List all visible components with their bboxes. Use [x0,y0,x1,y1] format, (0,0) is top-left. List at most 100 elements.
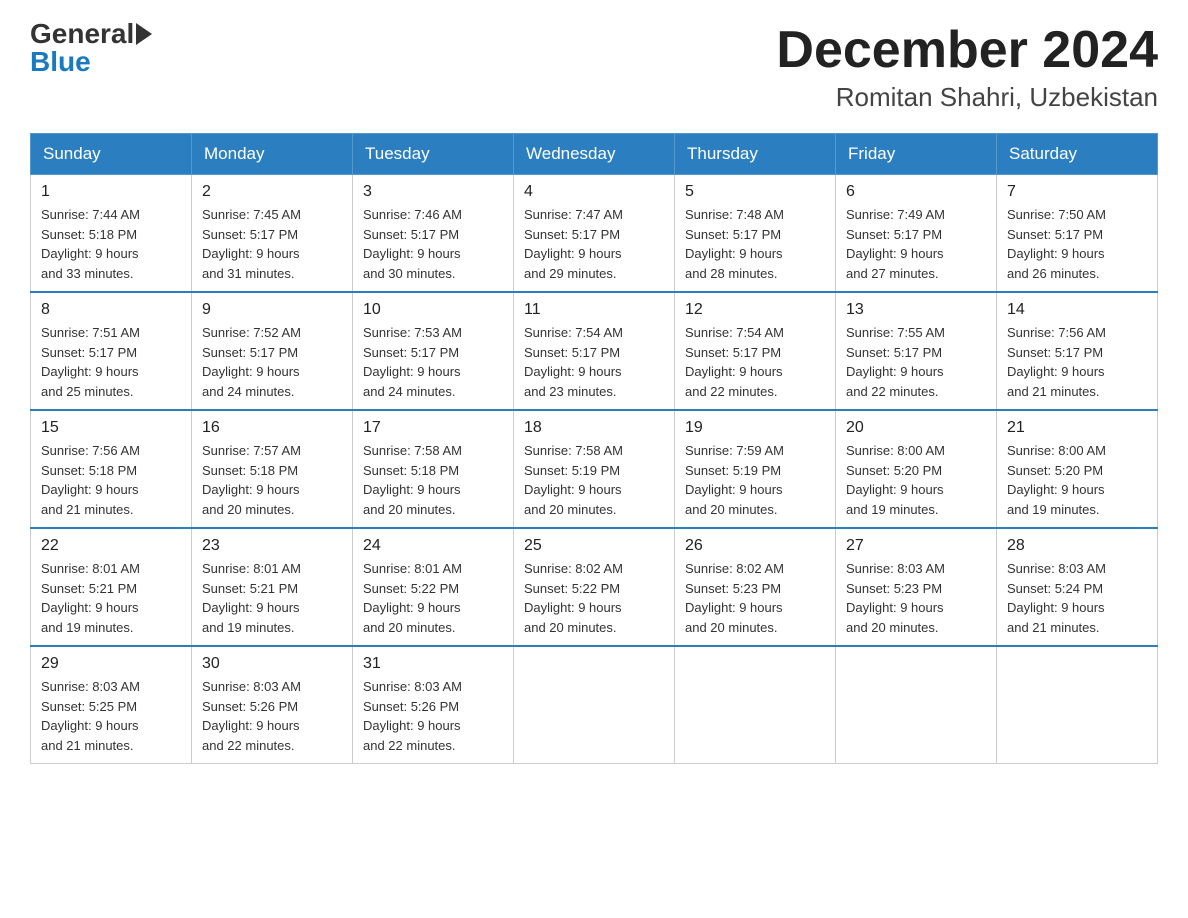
day-number: 20 [846,419,986,437]
day-number: 8 [41,301,181,319]
day-info: Sunrise: 7:52 AM Sunset: 5:17 PM Dayligh… [202,323,342,401]
day-info: Sunrise: 8:00 AM Sunset: 5:20 PM Dayligh… [846,441,986,519]
table-row: 4 Sunrise: 7:47 AM Sunset: 5:17 PM Dayli… [514,175,675,293]
day-info: Sunrise: 8:01 AM Sunset: 5:21 PM Dayligh… [202,559,342,637]
day-info: Sunrise: 7:45 AM Sunset: 5:17 PM Dayligh… [202,205,342,283]
day-info: Sunrise: 8:01 AM Sunset: 5:22 PM Dayligh… [363,559,503,637]
header-sunday: Sunday [31,134,192,175]
month-title: December 2024 [776,20,1158,80]
day-info: Sunrise: 7:56 AM Sunset: 5:17 PM Dayligh… [1007,323,1147,401]
table-row: 20 Sunrise: 8:00 AM Sunset: 5:20 PM Dayl… [836,410,997,528]
table-row: 14 Sunrise: 7:56 AM Sunset: 5:17 PM Dayl… [997,292,1158,410]
table-row: 19 Sunrise: 7:59 AM Sunset: 5:19 PM Dayl… [675,410,836,528]
day-info: Sunrise: 8:02 AM Sunset: 5:22 PM Dayligh… [524,559,664,637]
day-number: 22 [41,537,181,555]
table-row: 10 Sunrise: 7:53 AM Sunset: 5:17 PM Dayl… [353,292,514,410]
header-thursday: Thursday [675,134,836,175]
table-row: 18 Sunrise: 7:58 AM Sunset: 5:19 PM Dayl… [514,410,675,528]
day-info: Sunrise: 7:49 AM Sunset: 5:17 PM Dayligh… [846,205,986,283]
day-info: Sunrise: 8:03 AM Sunset: 5:26 PM Dayligh… [363,677,503,755]
header-tuesday: Tuesday [353,134,514,175]
table-row: 29 Sunrise: 8:03 AM Sunset: 5:25 PM Dayl… [31,646,192,764]
day-number: 29 [41,655,181,673]
table-row: 26 Sunrise: 8:02 AM Sunset: 5:23 PM Dayl… [675,528,836,646]
page-header: General Blue December 2024 Romitan Shahr… [30,20,1158,113]
day-number: 13 [846,301,986,319]
table-row [836,646,997,764]
day-number: 31 [363,655,503,673]
day-info: Sunrise: 7:47 AM Sunset: 5:17 PM Dayligh… [524,205,664,283]
header-monday: Monday [192,134,353,175]
table-row: 6 Sunrise: 7:49 AM Sunset: 5:17 PM Dayli… [836,175,997,293]
calendar-week-1: 1 Sunrise: 7:44 AM Sunset: 5:18 PM Dayli… [31,175,1158,293]
day-info: Sunrise: 8:00 AM Sunset: 5:20 PM Dayligh… [1007,441,1147,519]
day-number: 21 [1007,419,1147,437]
table-row: 27 Sunrise: 8:03 AM Sunset: 5:23 PM Dayl… [836,528,997,646]
table-row: 28 Sunrise: 8:03 AM Sunset: 5:24 PM Dayl… [997,528,1158,646]
table-row: 22 Sunrise: 8:01 AM Sunset: 5:21 PM Dayl… [31,528,192,646]
table-row: 17 Sunrise: 7:58 AM Sunset: 5:18 PM Dayl… [353,410,514,528]
table-row: 3 Sunrise: 7:46 AM Sunset: 5:17 PM Dayli… [353,175,514,293]
header-saturday: Saturday [997,134,1158,175]
day-number: 1 [41,183,181,201]
day-info: Sunrise: 7:44 AM Sunset: 5:18 PM Dayligh… [41,205,181,283]
day-info: Sunrise: 7:55 AM Sunset: 5:17 PM Dayligh… [846,323,986,401]
calendar-week-5: 29 Sunrise: 8:03 AM Sunset: 5:25 PM Dayl… [31,646,1158,764]
table-row: 2 Sunrise: 7:45 AM Sunset: 5:17 PM Dayli… [192,175,353,293]
day-info: Sunrise: 7:59 AM Sunset: 5:19 PM Dayligh… [685,441,825,519]
day-number: 27 [846,537,986,555]
table-row [997,646,1158,764]
day-info: Sunrise: 7:58 AM Sunset: 5:19 PM Dayligh… [524,441,664,519]
table-row: 7 Sunrise: 7:50 AM Sunset: 5:17 PM Dayli… [997,175,1158,293]
table-row: 16 Sunrise: 7:57 AM Sunset: 5:18 PM Dayl… [192,410,353,528]
title-block: December 2024 Romitan Shahri, Uzbekistan [776,20,1158,113]
location-title: Romitan Shahri, Uzbekistan [776,82,1158,113]
calendar-week-4: 22 Sunrise: 8:01 AM Sunset: 5:21 PM Dayl… [31,528,1158,646]
logo-general-text: General [30,20,134,48]
day-info: Sunrise: 7:57 AM Sunset: 5:18 PM Dayligh… [202,441,342,519]
table-row: 11 Sunrise: 7:54 AM Sunset: 5:17 PM Dayl… [514,292,675,410]
header-wednesday: Wednesday [514,134,675,175]
day-number: 7 [1007,183,1147,201]
day-number: 3 [363,183,503,201]
day-info: Sunrise: 8:03 AM Sunset: 5:25 PM Dayligh… [41,677,181,755]
day-info: Sunrise: 7:50 AM Sunset: 5:17 PM Dayligh… [1007,205,1147,283]
day-number: 14 [1007,301,1147,319]
day-info: Sunrise: 7:48 AM Sunset: 5:17 PM Dayligh… [685,205,825,283]
day-info: Sunrise: 8:03 AM Sunset: 5:24 PM Dayligh… [1007,559,1147,637]
table-row [675,646,836,764]
day-number: 28 [1007,537,1147,555]
table-row: 25 Sunrise: 8:02 AM Sunset: 5:22 PM Dayl… [514,528,675,646]
table-row: 23 Sunrise: 8:01 AM Sunset: 5:21 PM Dayl… [192,528,353,646]
table-row: 1 Sunrise: 7:44 AM Sunset: 5:18 PM Dayli… [31,175,192,293]
table-row [514,646,675,764]
day-number: 30 [202,655,342,673]
day-number: 17 [363,419,503,437]
table-row: 21 Sunrise: 8:00 AM Sunset: 5:20 PM Dayl… [997,410,1158,528]
day-number: 4 [524,183,664,201]
day-number: 5 [685,183,825,201]
day-number: 19 [685,419,825,437]
day-number: 6 [846,183,986,201]
calendar-week-2: 8 Sunrise: 7:51 AM Sunset: 5:17 PM Dayli… [31,292,1158,410]
day-number: 18 [524,419,664,437]
table-row: 13 Sunrise: 7:55 AM Sunset: 5:17 PM Dayl… [836,292,997,410]
day-info: Sunrise: 8:03 AM Sunset: 5:26 PM Dayligh… [202,677,342,755]
table-row: 15 Sunrise: 7:56 AM Sunset: 5:18 PM Dayl… [31,410,192,528]
table-row: 24 Sunrise: 8:01 AM Sunset: 5:22 PM Dayl… [353,528,514,646]
day-number: 11 [524,301,664,319]
day-info: Sunrise: 7:54 AM Sunset: 5:17 PM Dayligh… [685,323,825,401]
header-friday: Friday [836,134,997,175]
logo-blue-text: Blue [30,48,91,76]
day-info: Sunrise: 8:01 AM Sunset: 5:21 PM Dayligh… [41,559,181,637]
day-info: Sunrise: 7:53 AM Sunset: 5:17 PM Dayligh… [363,323,503,401]
day-info: Sunrise: 7:58 AM Sunset: 5:18 PM Dayligh… [363,441,503,519]
table-row: 31 Sunrise: 8:03 AM Sunset: 5:26 PM Dayl… [353,646,514,764]
day-number: 23 [202,537,342,555]
day-number: 25 [524,537,664,555]
day-number: 9 [202,301,342,319]
day-number: 26 [685,537,825,555]
table-row: 9 Sunrise: 7:52 AM Sunset: 5:17 PM Dayli… [192,292,353,410]
day-info: Sunrise: 7:56 AM Sunset: 5:18 PM Dayligh… [41,441,181,519]
day-info: Sunrise: 8:02 AM Sunset: 5:23 PM Dayligh… [685,559,825,637]
